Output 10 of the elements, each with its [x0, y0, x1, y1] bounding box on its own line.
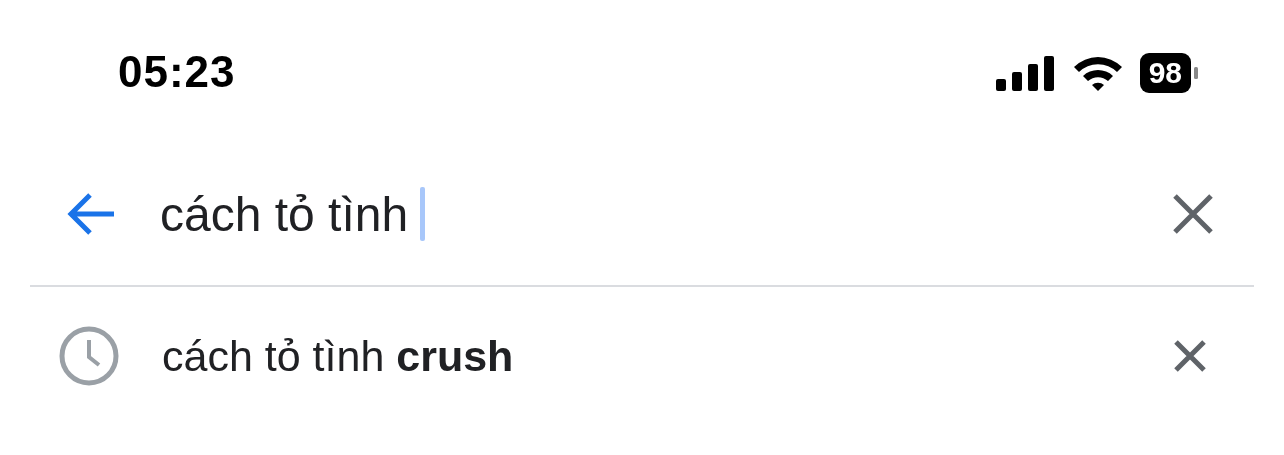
close-icon: [1173, 339, 1207, 373]
signal-icon: [995, 54, 1056, 91]
suggestion-text[interactable]: cách tỏ tình crush: [162, 331, 1168, 381]
battery-level: 98: [1139, 52, 1191, 93]
clock-icon: [58, 325, 120, 387]
back-arrow-icon: [66, 192, 116, 236]
search-field[interactable]: cách tỏ tình: [160, 179, 1168, 249]
close-icon: [1172, 193, 1214, 235]
battery-tip-icon: [1194, 66, 1198, 79]
status-time: 05:23: [118, 46, 237, 98]
